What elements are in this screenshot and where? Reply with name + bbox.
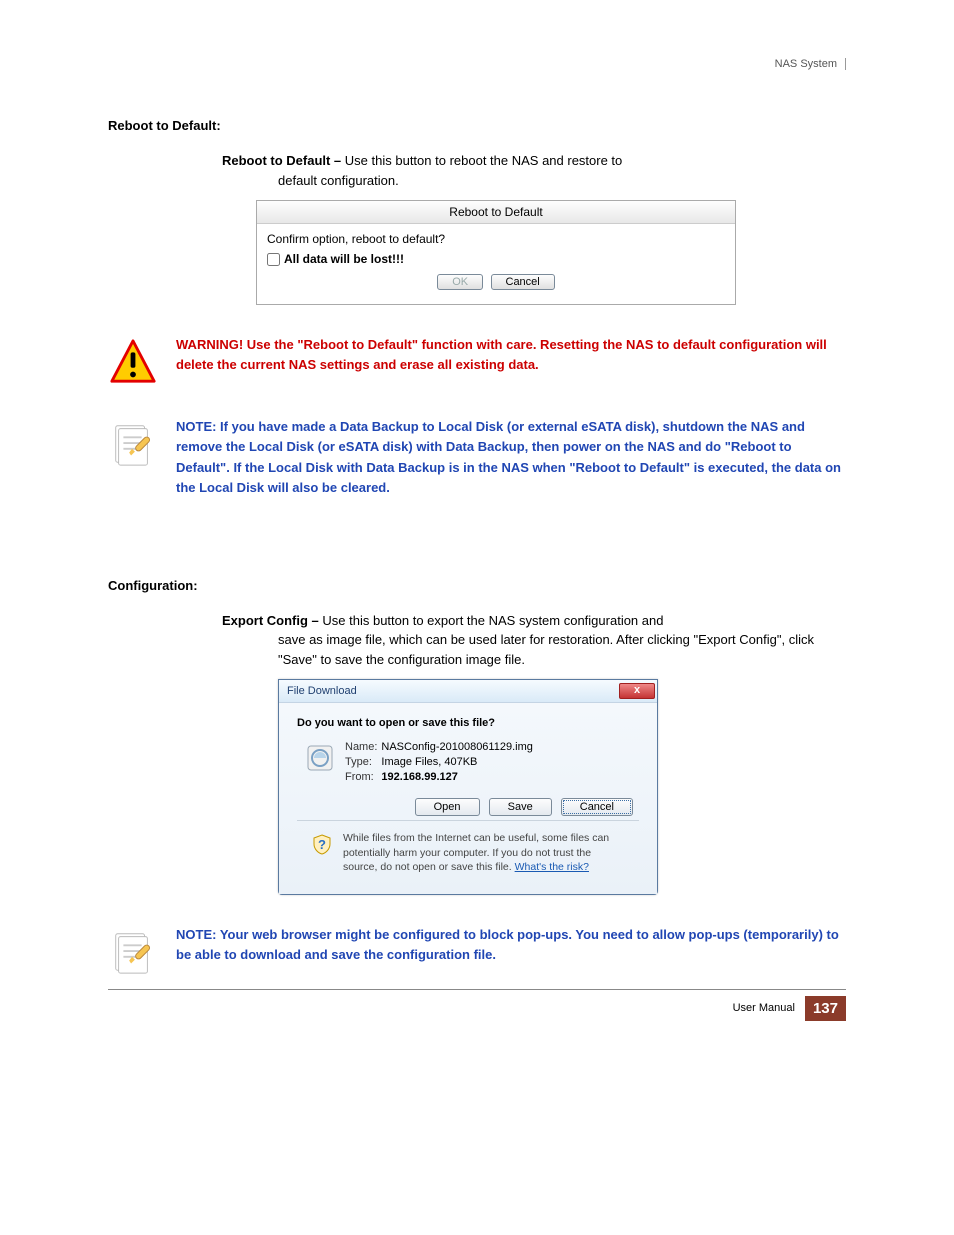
whats-the-risk-link[interactable]: What's the risk? xyxy=(515,861,589,873)
file-from-label: From: xyxy=(345,771,381,786)
footer-label: User Manual xyxy=(733,1002,795,1014)
reboot-description: Reboot to Default – Use this button to r… xyxy=(222,151,846,190)
reboot-checkbox[interactable] xyxy=(267,253,280,266)
page-number: 137 xyxy=(805,996,846,1021)
warning-icon xyxy=(108,337,158,387)
reboot-desc-cont: default configuration. xyxy=(222,171,846,191)
cancel-button[interactable]: Cancel xyxy=(561,798,633,816)
reboot-checkbox-label: All data will be lost!!! xyxy=(284,252,404,266)
reboot-ok-button[interactable]: OK xyxy=(437,274,483,290)
file-dialog-footer-text: While files from the Internet can be use… xyxy=(343,831,625,874)
export-bold: Export Config – xyxy=(222,613,319,628)
reboot-dialog-title: Reboot to Default xyxy=(257,201,735,224)
file-icon xyxy=(305,743,335,773)
shield-icon: ? xyxy=(311,833,333,855)
file-from-value: 192.168.99.127 xyxy=(381,771,536,786)
note2-text: NOTE: Your web browser might be configur… xyxy=(176,925,846,965)
open-button[interactable]: Open xyxy=(415,798,480,816)
note1-icon xyxy=(108,419,158,469)
header-section: NAS System xyxy=(775,58,846,70)
file-download-dialog: File Download x Do you want to open or s… xyxy=(278,679,658,895)
note1-text: NOTE: If you have made a Data Backup to … xyxy=(176,417,846,498)
file-type-value: Image Files, 407KB xyxy=(381,756,536,771)
reboot-cancel-button[interactable]: Cancel xyxy=(491,274,555,290)
reboot-dialog: Reboot to Default Confirm option, reboot… xyxy=(256,200,736,305)
page-footer: User Manual 137 xyxy=(108,996,846,1021)
file-dialog-question: Do you want to open or save this file? xyxy=(297,717,639,729)
svg-text:?: ? xyxy=(318,837,326,852)
file-info-table: Name:NASConfig-201008061129.img Type:Ima… xyxy=(345,741,537,786)
reboot-confirm-text: Confirm option, reboot to default? xyxy=(267,232,725,246)
close-icon[interactable]: x xyxy=(619,683,655,699)
file-name-value: NASConfig-201008061129.img xyxy=(381,741,536,756)
note1-row: NOTE: If you have made a Data Backup to … xyxy=(108,417,846,498)
config-heading: Configuration: xyxy=(108,578,846,593)
file-type-label: Type: xyxy=(345,756,381,771)
warning-text: WARNING! Use the "Reboot to Default" fun… xyxy=(176,335,846,375)
file-dialog-title: File Download xyxy=(287,685,357,697)
file-name-label: Name: xyxy=(345,741,381,756)
warning-row: WARNING! Use the "Reboot to Default" fun… xyxy=(108,335,846,387)
reboot-desc-text: Use this button to reboot the NAS and re… xyxy=(341,153,622,168)
reboot-heading: Reboot to Default: xyxy=(108,118,846,133)
export-description: Export Config – Use this button to expor… xyxy=(222,611,846,670)
reboot-bold: Reboot to Default – xyxy=(222,153,341,168)
note2-icon xyxy=(108,927,158,977)
save-button[interactable]: Save xyxy=(489,798,552,816)
export-desc-cont: save as image file, which can be used la… xyxy=(222,630,846,669)
export-desc-text: Use this button to export the NAS system… xyxy=(319,613,664,628)
note2-row: NOTE: Your web browser might be configur… xyxy=(108,925,846,977)
